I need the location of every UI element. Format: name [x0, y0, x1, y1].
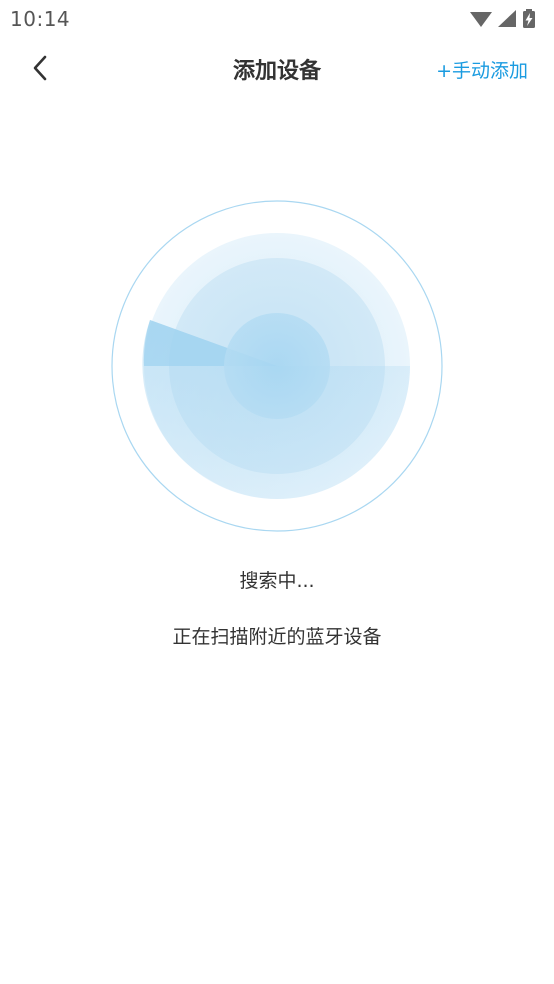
radar-scan-animation — [110, 199, 444, 533]
cellular-signal-icon — [498, 10, 516, 27]
wifi-icon — [470, 12, 492, 27]
header: 添加设备 +手动添加 — [0, 38, 554, 100]
radar-core — [224, 313, 330, 419]
manual-add-button[interactable]: +手动添加 — [436, 56, 528, 83]
status-icons — [466, 8, 546, 28]
battery-charging-icon — [523, 9, 535, 28]
searching-status: 搜索中... — [239, 570, 315, 592]
status-time: 10:14 — [10, 7, 71, 31]
status-bar: 10:14 — [0, 0, 554, 38]
screen: 10:14 添加设备 +手动添加 搜索中... 正在扫描附近的蓝牙设备 — [0, 0, 554, 984]
scanning-description: 正在扫描附近的蓝牙设备 — [172, 626, 382, 648]
